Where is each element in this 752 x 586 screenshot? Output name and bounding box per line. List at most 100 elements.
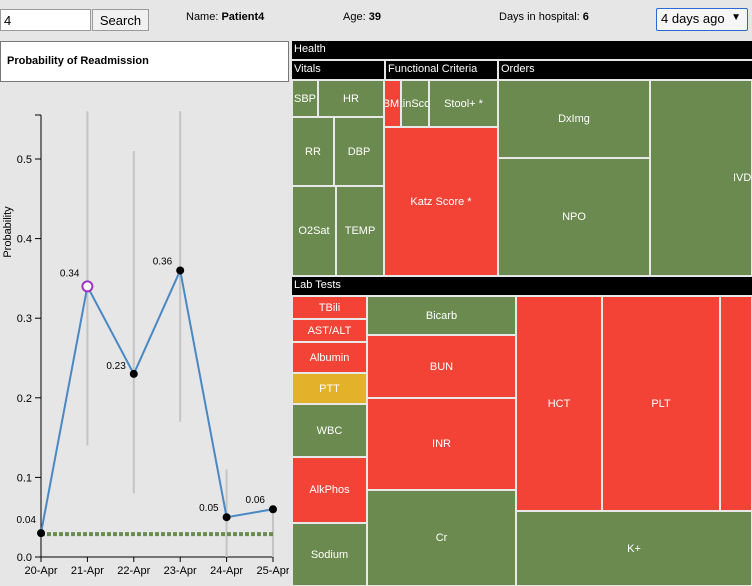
y-tick-label: 0.3 [17,313,32,325]
data-point [176,266,185,275]
lab-sodium[interactable]: Sodium [292,523,367,586]
lab-tbili-label: TBili [318,301,341,314]
lab-bicarb[interactable]: Bicarb [367,296,516,335]
lab-ast-alt-label: AST/ALT [307,324,352,337]
lab-bun[interactable]: BUN [367,335,516,398]
data-point [222,513,231,522]
order-dximg-label: DxImg [558,113,590,125]
x-tick-label: 24-Apr [210,565,243,577]
functional-skin-score-label: SkinScore [402,97,428,110]
lab-cr-label: Cr [435,532,448,544]
vital-dbp[interactable]: DBP [334,117,384,186]
chart-title-box: Probability of Readmission [0,41,289,82]
data-point [129,369,138,378]
data-point-highlighted [81,280,94,293]
days-in-hospital-label: Days in hospital: [499,11,580,23]
patient-name-value: Patient4 [221,11,265,23]
chart-title: Probability of Readmission [7,55,149,67]
lab-albumin[interactable]: Albumin [292,342,367,373]
lab-wbc[interactable]: WBC [292,404,367,457]
x-tick-label: 25-Apr [256,565,289,577]
y-tick-label: 0.4 [17,234,32,246]
functional-stool[interactable]: Stool+ * [429,80,498,127]
lab-alkphos[interactable]: AlkPhos [292,457,367,523]
data-label: 0.36 [153,256,173,267]
lab-bicarb-label: Bicarb [425,309,458,322]
data-label: 0.04 [17,515,37,526]
lab-sodium-label: Sodium [310,548,349,561]
y-tick-label: 0.0 [17,552,32,564]
order-ivd-label: IVD [733,172,752,184]
x-tick-label: 23-Apr [164,565,197,577]
vital-sbp[interactable]: SBP [292,80,318,117]
lab-alkphos-label: AlkPhos [309,484,350,496]
lab-wbc-label: WBC [316,424,343,437]
order-ivd[interactable]: IVD [650,80,752,276]
lab-plt-label: PLT [651,397,671,410]
search-input[interactable] [0,9,91,31]
lab-extra-red[interactable] [720,296,752,511]
x-tick-label: 22-Apr [117,565,150,577]
lab-k-label: K+ [627,542,641,555]
vital-rr-label: RR [305,145,321,158]
y-axis-label: Probability [2,206,14,258]
order-npo-label: NPO [562,211,586,223]
patient-age: Age: 39 [343,11,381,23]
lab-hct[interactable]: HCT [516,296,602,511]
x-tick-label: 21-Apr [71,565,104,577]
y-tick-label: 0.5 [17,154,32,166]
data-label: 0.23 [106,361,126,372]
chevron-down-icon: ▼ [731,12,741,23]
time-range-select[interactable]: 4 days ago ▼ [656,8,748,31]
readmission-chart: 0.0 0.1 0.2 0.3 0.4 0.5 20-Apr 21-Apr 22-Apr 23-A… [2,111,289,577]
data-point [37,529,45,538]
functional-bmi[interactable]: BMI [384,80,401,127]
functional-skin-score[interactable]: SkinScore [401,80,429,127]
series-line [40,267,274,534]
vital-dbp-label: DBP [347,145,371,158]
vital-o2sat[interactable]: O2Sat [292,186,336,276]
patient-age-value: 39 [368,11,381,23]
orders-header: Orders [499,61,752,79]
lab-inr[interactable]: INR [367,398,516,490]
patient-name: Name: Patient4 [186,11,264,23]
days-in-hospital-value: 6 [582,11,589,23]
lab-cr[interactable]: Cr [367,490,516,586]
lab-albumin-label: Albumin [309,351,350,364]
vital-rr[interactable]: RR [292,117,334,186]
lab-ast-alt[interactable]: AST/ALT [292,319,367,342]
days-in-hospital: Days in hospital: 6 [499,11,589,23]
time-range-value: 4 days ago [661,11,725,26]
lab-tbili[interactable]: TBili [292,296,367,319]
functional-bmi-label: BMI [385,97,400,110]
order-npo[interactable]: NPO [498,158,650,276]
lab-bun-label: BUN [429,360,454,373]
functional-katz-score[interactable]: Katz Score * [384,127,498,276]
data-label: 0.05 [199,503,219,514]
patient-name-label: Name: [186,11,219,23]
vital-hr[interactable]: HR [318,80,384,117]
lab-hct-label: HCT [547,397,571,410]
vital-hr-label: HR [343,92,359,105]
data-point [269,505,277,514]
lab-k[interactable]: K+ [516,511,752,586]
lab-ptt[interactable]: PTT [292,373,367,404]
vital-sbp-label: SBP [293,92,316,105]
chart-plot-area: 0.0 0.1 0.2 0.3 0.4 0.5 20-Apr 21-Apr 22-Apr 23-A… [17,111,289,577]
vital-temp[interactable]: TEMP [336,186,384,276]
patient-age-label: Age: [343,11,366,23]
lab-tests-header: Lab Tests [292,277,752,295]
functional-criteria-header: Functional Criteria [386,61,497,79]
vital-o2sat-label: O2Sat [298,225,330,237]
health-header: Health [292,41,752,59]
x-tick-label: 20-Apr [24,565,57,577]
data-label: 0.34 [60,268,80,279]
functional-katz-score-label: Katz Score * [410,195,472,208]
search-button[interactable]: Search [92,9,149,31]
order-dximg[interactable]: DxImg [498,80,650,158]
lab-inr-label: INR [432,438,451,450]
functional-stool-label: Stool+ * [444,97,483,110]
lab-plt[interactable]: PLT [602,296,720,511]
vital-temp-label: TEMP [344,225,376,237]
y-tick-label: 0.1 [17,472,32,484]
